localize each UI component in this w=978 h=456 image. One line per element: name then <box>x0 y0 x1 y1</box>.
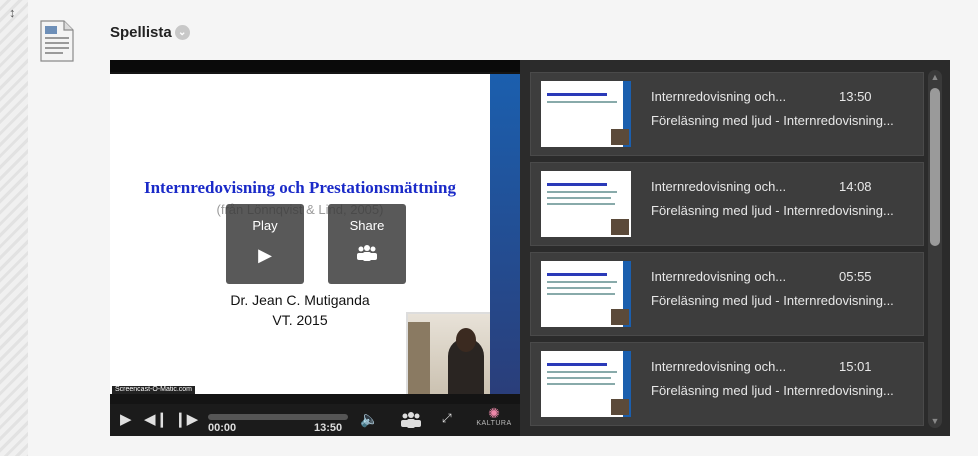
playlist-item[interactable]: Internredovisning och... 05:55 Föreläsni… <box>530 252 924 336</box>
page-title: Spellista ⌄ <box>110 24 190 41</box>
slide-author: Dr. Jean C. Mutiganda <box>230 292 370 308</box>
kaltura-logo[interactable]: ✺ KALTURA <box>474 406 514 434</box>
share-icon <box>328 245 406 266</box>
item-name: Internredovisning och... <box>651 269 787 284</box>
play-overlay-button[interactable]: Play ▶ <box>226 204 304 284</box>
slide-side-bar <box>490 74 520 394</box>
previous-icon[interactable]: ◀❙ <box>144 410 168 428</box>
item-name: Internredovisning och... <box>651 89 787 104</box>
item-name: Internredovisning och... <box>651 179 787 194</box>
slide-title: Internredovisning och Prestationsmättnin… <box>143 178 456 197</box>
chevron-down-icon[interactable]: ⌄ <box>174 25 190 40</box>
player-controls: ▶ ◀❙ ❙▶ 00:00 13:50 🔈 ⤢ ✺ KALTURA <box>110 404 520 436</box>
item-duration: 14:08 <box>839 179 872 194</box>
volume-icon[interactable]: 🔈 <box>360 410 379 428</box>
scroll-down-icon[interactable]: ▼ <box>928 414 942 428</box>
scrollbar-thumb[interactable] <box>930 88 940 246</box>
item-description: Föreläsning med ljud - Internredovisning… <box>651 203 894 218</box>
playlist-item[interactable]: Internredovisning och... 14:08 Föreläsni… <box>530 162 924 246</box>
video-player[interactable]: Internredovisning och Prestationsmättnin… <box>110 60 520 436</box>
webcam-overlay <box>406 312 490 394</box>
item-description: Föreläsning med ljud - Internredovisning… <box>651 383 894 398</box>
item-thumbnail <box>541 81 631 147</box>
share-overlay-label: Share <box>349 218 385 233</box>
scroll-up-icon[interactable]: ▲ <box>928 70 942 84</box>
share-overlay-button[interactable]: Share <box>328 204 406 284</box>
item-duration: 05:55 <box>839 269 872 284</box>
playlist-scrollbar[interactable]: ▲ ▼ <box>928 70 942 428</box>
playlist-item[interactable]: Internredovisning och... 13:50 Föreläsni… <box>530 72 924 156</box>
share-icon[interactable] <box>400 412 422 432</box>
video-frame[interactable]: Internredovisning och Prestationsmättnin… <box>110 74 490 394</box>
duration-time: 13:50 <box>314 422 343 434</box>
current-time: 00:00 <box>208 422 237 434</box>
next-icon[interactable]: ❙▶ <box>174 410 198 428</box>
move-handle-icon[interactable]: ↕ <box>9 6 19 22</box>
item-description: Föreläsning med ljud - Internredovisning… <box>651 293 894 308</box>
item-duration: 13:50 <box>839 89 872 104</box>
kaltura-star-icon: ✺ <box>488 405 500 421</box>
item-thumbnail <box>541 351 631 417</box>
item-duration: 15:01 <box>839 359 872 374</box>
playlist-item[interactable]: Internredovisning och... 15:01 Föreläsni… <box>530 342 924 426</box>
item-description: Föreläsning med ljud - Internredovisning… <box>651 113 894 128</box>
document-icon <box>40 20 74 62</box>
screencast-watermark: Screencast-O-Matic.com <box>112 386 196 394</box>
item-thumbnail <box>541 261 631 327</box>
item-thumbnail <box>541 171 631 237</box>
item-name: Internredovisning och... <box>651 359 787 374</box>
page-title-text: Spellista <box>110 24 172 41</box>
left-gutter: ↕ <box>0 0 28 456</box>
progress-bar[interactable] <box>208 414 348 420</box>
playlist-panel: Internredovisning och... 13:50 Föreläsni… <box>520 60 950 436</box>
play-overlay-label: Play <box>252 218 278 233</box>
player-top-bar <box>110 60 520 72</box>
play-icon: ▶ <box>258 245 272 265</box>
play-icon[interactable]: ▶ <box>120 410 132 428</box>
fullscreen-icon[interactable]: ⤢ <box>442 411 452 426</box>
kaltura-label: KALTURA <box>476 420 512 427</box>
